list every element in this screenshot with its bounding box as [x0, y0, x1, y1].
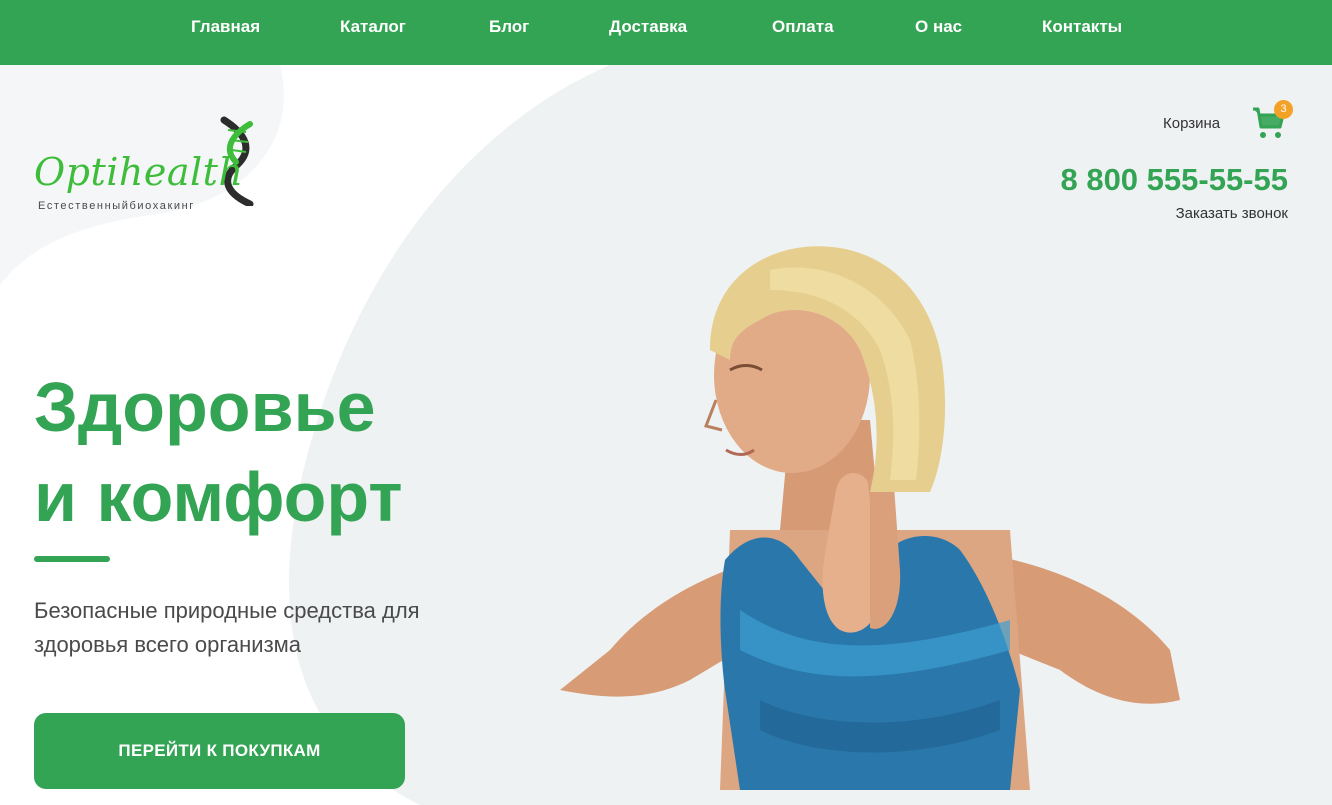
top-navigation: Главная Каталог Блог Доставка Оплата О н…	[0, 0, 1332, 65]
nav-item-home[interactable]: Главная	[191, 17, 260, 37]
hero-image	[560, 246, 1180, 790]
nav-item-delivery[interactable]: Доставка	[609, 17, 687, 37]
hero-subtitle: Безопасные природные средства для здоров…	[34, 598, 420, 657]
logo-wordmark: Optihealth	[34, 150, 244, 194]
callback-link[interactable]: Заказать звонок	[1176, 205, 1288, 222]
site-logo[interactable]: Optihealth Естественныйбиохакинг	[30, 112, 270, 222]
hero-title-line1: Здоровье	[34, 368, 376, 446]
hero-title: Здоровье и комфорт	[34, 362, 403, 542]
hero-divider	[34, 556, 110, 562]
nav-item-blog[interactable]: Блог	[489, 17, 529, 37]
nav-item-contacts[interactable]: Контакты	[1042, 17, 1122, 37]
cart-count-badge: 3	[1274, 100, 1293, 119]
hero-title-line2: и комфорт	[34, 458, 403, 536]
logo-tagline: Естественныйбиохакинг	[38, 200, 195, 212]
go-shopping-button[interactable]: ПЕРЕЙТИ К ПОКУПКАМ	[34, 713, 405, 789]
cart-label[interactable]: Корзина	[1163, 115, 1220, 132]
nav-item-payment[interactable]: Оплата	[772, 17, 834, 37]
phone-number[interactable]: 8 800 555-55-55	[1060, 162, 1288, 198]
nav-item-catalog[interactable]: Каталог	[340, 17, 406, 37]
nav-item-about[interactable]: О нас	[915, 17, 962, 37]
